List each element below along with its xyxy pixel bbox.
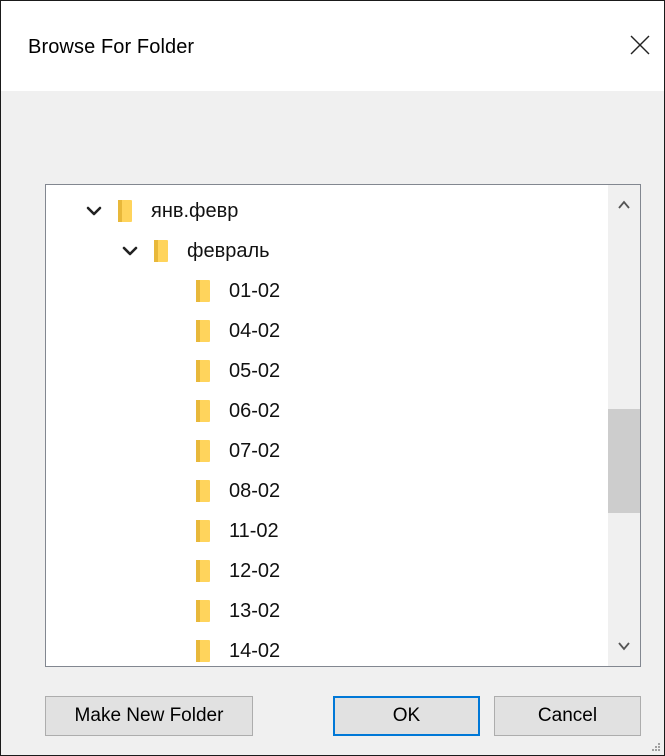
- title-bar: Browse For Folder: [1, 1, 664, 91]
- tree-item-label: 12-02: [229, 559, 281, 582]
- tree-item-label: 06-02: [229, 399, 281, 422]
- folder-icon: [196, 440, 210, 462]
- scroll-thumb[interactable]: [608, 409, 640, 513]
- chevron-up-icon: [618, 200, 630, 209]
- folder-icon: [196, 280, 210, 302]
- tree-item[interactable]: 07-02: [196, 431, 280, 471]
- tree-item[interactable]: 04-02: [196, 311, 280, 351]
- tree-item[interactable]: 13-02: [196, 591, 280, 631]
- folder-icon: [196, 520, 210, 542]
- tree-item[interactable]: 01-02: [196, 271, 280, 311]
- tree-item[interactable]: янв.февр: [84, 191, 238, 231]
- vertical-scrollbar[interactable]: [608, 185, 640, 666]
- tree-item[interactable]: 14-02: [196, 631, 281, 666]
- tree-item-label: 04-02: [229, 319, 281, 342]
- folder-icon: [196, 560, 210, 582]
- folder-icon: [196, 400, 210, 422]
- tree-item-label: 05-02: [229, 359, 281, 382]
- tree-item[interactable]: 11-02: [196, 511, 279, 551]
- tree-item[interactable]: 06-02: [196, 391, 280, 431]
- browse-for-folder-dialog: Browse For Folder янв.февр февраль 01-02 04…: [0, 0, 665, 756]
- ok-button[interactable]: OK: [333, 696, 480, 736]
- tree-item-label: 07-02: [229, 439, 281, 462]
- tree-item-label: янв.февр: [151, 199, 239, 222]
- close-button[interactable]: [626, 31, 654, 59]
- expand-chevron-down-icon[interactable]: [84, 201, 104, 221]
- folder-icon: [196, 600, 210, 622]
- tree-item-label: 14-02: [229, 639, 281, 662]
- tree-item[interactable]: 08-02: [196, 471, 280, 511]
- tree-item-label: 13-02: [229, 599, 281, 622]
- tree-item-label: 01-02: [229, 279, 281, 302]
- close-icon: [630, 35, 650, 55]
- tree-item-label: февраль: [187, 239, 270, 262]
- scroll-down-button[interactable]: [608, 626, 640, 666]
- folder-icon: [154, 240, 168, 262]
- folder-icon: [118, 200, 132, 222]
- folder-icon: [196, 480, 210, 502]
- dialog-title: Browse For Folder: [28, 36, 195, 58]
- folder-icon: [196, 320, 210, 342]
- tree-item-label: 08-02: [229, 479, 281, 502]
- resize-grip-icon[interactable]: [651, 742, 661, 752]
- tree-item[interactable]: 12-02: [196, 551, 280, 591]
- folder-icon: [196, 640, 210, 662]
- folder-icon: [196, 360, 210, 382]
- folder-tree[interactable]: янв.февр февраль 01-02 04-02 05-02 06-02 07-02…: [45, 184, 641, 667]
- tree-item[interactable]: февраль: [120, 231, 270, 271]
- tree-item-label: 11-02: [229, 519, 279, 542]
- cancel-button[interactable]: Cancel: [494, 696, 641, 736]
- make-new-folder-button[interactable]: Make New Folder: [45, 696, 253, 736]
- chevron-down-icon: [618, 642, 630, 651]
- tree-item[interactable]: 05-02: [196, 351, 280, 391]
- expand-chevron-down-icon[interactable]: [120, 241, 140, 261]
- scroll-up-button[interactable]: [608, 185, 640, 225]
